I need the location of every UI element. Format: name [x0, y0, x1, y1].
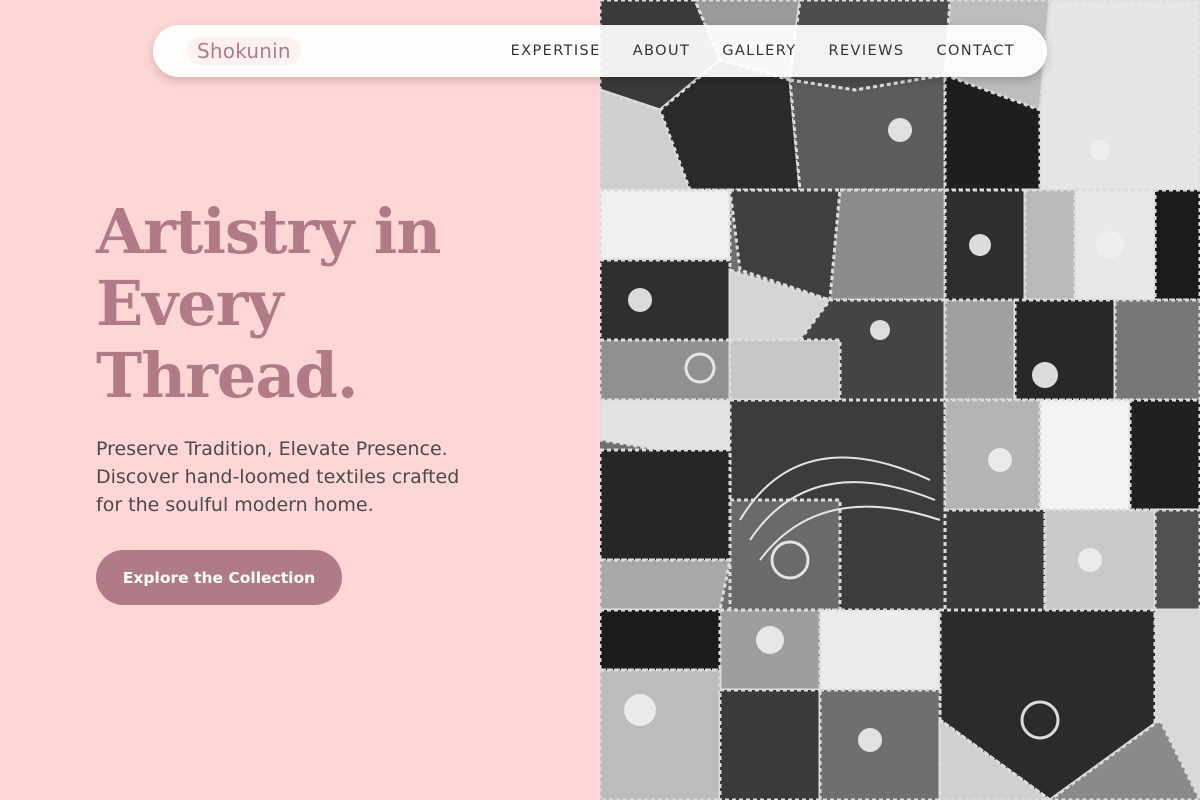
nav-links: EXPERTISE ABOUT GALLERY REVIEWS CONTACT: [511, 25, 1015, 77]
hero-subtext-line: Discover hand-loomed textiles crafted: [96, 466, 460, 488]
hero-quilt-image: [600, 0, 1200, 800]
hero-subtext-line: Preserve Tradition, Elevate Presence.: [96, 438, 448, 460]
brand-logo[interactable]: Shokunin: [187, 37, 301, 65]
hero-headline-line: Every: [96, 267, 283, 340]
hero-headline-line: Artistry in: [96, 195, 441, 268]
hero-subtext: Preserve Tradition, Elevate Presence. Di…: [96, 435, 516, 519]
explore-collection-button[interactable]: Explore the Collection: [96, 550, 342, 605]
nav-link-about[interactable]: ABOUT: [633, 43, 691, 59]
hero-headline: Artistry in Every Thread.: [96, 196, 556, 412]
hero-subtext-line: for the soulful modern home.: [96, 494, 374, 516]
nav-link-gallery[interactable]: GALLERY: [722, 43, 796, 59]
nav-link-expertise[interactable]: EXPERTISE: [511, 43, 601, 59]
top-navbar: Shokunin EXPERTISE ABOUT GALLERY REVIEWS…: [153, 25, 1047, 77]
nav-link-contact[interactable]: CONTACT: [936, 43, 1015, 59]
nav-link-reviews[interactable]: REVIEWS: [829, 43, 905, 59]
hero-headline-line: Thread.: [96, 339, 358, 412]
